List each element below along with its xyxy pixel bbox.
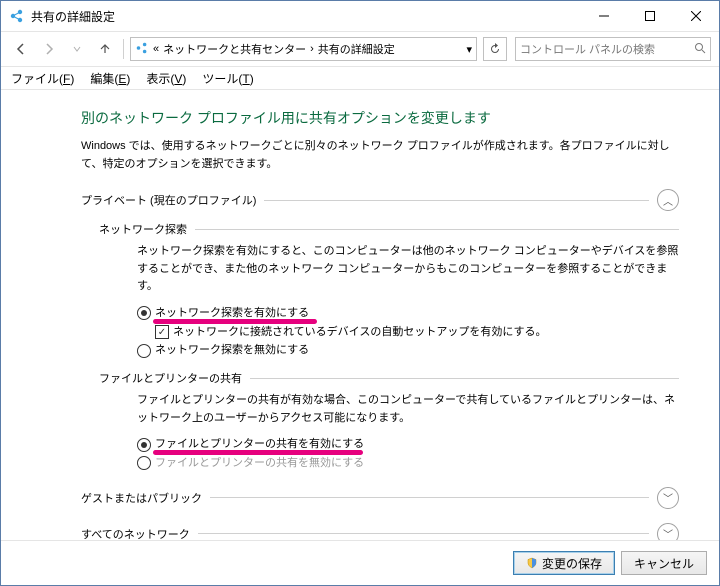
refresh-button[interactable]: [483, 37, 507, 61]
menu-tool[interactable]: ツール(T): [202, 70, 253, 87]
option-label: ネットワークに接続されているデバイスの自動セットアップを有効にする。: [173, 323, 546, 342]
section-label: ゲストまたはパブリック: [81, 490, 202, 506]
menu-edit[interactable]: 編集(E): [90, 70, 130, 87]
divider: [198, 533, 649, 534]
breadcrumb-item[interactable]: ネットワークと共有センター ›: [163, 41, 314, 57]
expand-icon[interactable]: ﹀: [657, 487, 679, 509]
dropdown-icon[interactable]: ▾: [466, 43, 472, 56]
section-all-networks: すべてのネットワーク ﹀: [81, 523, 679, 540]
breadcrumb-root: «: [153, 43, 159, 55]
subsection-description: ネットワーク探索を有効にすると、このコンピューターは他のネットワーク コンピュー…: [137, 243, 679, 296]
radio-file-printer-off[interactable]: ファイルとプリンターの共有を無効にする: [137, 454, 679, 473]
address-bar: « ネットワークと共有センター › 共有の詳細設定 ▾ コントロール パネルの検…: [1, 32, 719, 67]
option-group: ネットワーク探索を有効にする ✓ ネットワークに接続されているデバイスの自動セッ…: [137, 304, 679, 360]
titlebar: 共有の詳細設定: [1, 1, 719, 32]
section-guest-public: ゲストまたはパブリック ﹀: [81, 487, 679, 509]
search-input[interactable]: コントロール パネルの検索: [515, 37, 711, 61]
section-private: プライベート (現在のプロファイル) ︿ ネットワーク探索 ネットワーク探索を有…: [81, 189, 679, 472]
nav-separator: [123, 39, 124, 59]
checkbox-auto-setup[interactable]: ✓ ネットワークに接続されているデバイスの自動セットアップを有効にする。: [155, 323, 679, 342]
window-controls: [581, 1, 719, 31]
minimize-button[interactable]: [581, 1, 627, 31]
radio-icon: [137, 344, 151, 358]
app-icon: [9, 8, 25, 24]
divider: [250, 378, 679, 379]
maximize-button[interactable]: [627, 1, 673, 31]
section-header[interactable]: すべてのネットワーク ﹀: [81, 523, 679, 540]
section-label: プライベート (現在のプロファイル): [81, 192, 256, 208]
option-label: ファイルとプリンターの共有を無効にする: [155, 454, 364, 473]
share-icon: [135, 41, 149, 58]
window-title: 共有の詳細設定: [31, 8, 115, 25]
subsection-header: ファイルとプリンターの共有: [99, 370, 679, 386]
radio-network-discovery-off[interactable]: ネットワーク探索を無効にする: [137, 341, 679, 360]
forward-button[interactable]: [37, 37, 61, 61]
page-description: Windows では、使用するネットワークごとに別々のネットワーク プロファイル…: [81, 138, 679, 173]
section-header[interactable]: プライベート (現在のプロファイル) ︿: [81, 189, 679, 211]
subsection-network-discovery: ネットワーク探索 ネットワーク探索を有効にすると、このコンピューターは他のネット…: [99, 221, 679, 360]
content-area: 別のネットワーク プロファイル用に共有オプションを変更します Windows で…: [1, 90, 719, 540]
close-button[interactable]: [673, 1, 719, 31]
shield-icon: [526, 557, 538, 569]
page-heading: 別のネットワーク プロファイル用に共有オプションを変更します: [81, 108, 679, 128]
divider: [195, 229, 679, 230]
recent-dropdown[interactable]: [65, 37, 89, 61]
cancel-button[interactable]: キャンセル: [621, 551, 707, 575]
radio-icon: [137, 438, 151, 452]
subsection-description: ファイルとプリンターの共有が有効な場合、このコンピューターで共有しているファイル…: [137, 392, 679, 427]
save-button[interactable]: 変更の保存: [513, 551, 615, 575]
back-button[interactable]: [9, 37, 33, 61]
divider: [264, 200, 649, 201]
subsection-label: ファイルとプリンターの共有: [99, 370, 242, 386]
radio-icon: [137, 456, 151, 470]
subsection-header: ネットワーク探索: [99, 221, 679, 237]
button-label: 変更の保存: [542, 555, 602, 572]
subsection-file-printer-sharing: ファイルとプリンターの共有 ファイルとプリンターの共有が有効な場合、このコンピュ…: [99, 370, 679, 473]
radio-network-discovery-on[interactable]: ネットワーク探索を有効にする: [137, 304, 679, 323]
option-label: ネットワーク探索を無効にする: [155, 341, 309, 360]
subsection-label: ネットワーク探索: [99, 221, 187, 237]
breadcrumb-label: ネットワークと共有センター: [163, 41, 306, 57]
menu-view[interactable]: 表示(V): [146, 70, 186, 87]
search-icon: [694, 42, 706, 57]
breadcrumb-item[interactable]: 共有の詳細設定: [318, 41, 395, 57]
up-button[interactable]: [93, 37, 117, 61]
checkbox-icon: ✓: [155, 325, 169, 339]
button-label: キャンセル: [634, 555, 694, 572]
radio-icon: [137, 306, 151, 320]
menu-file[interactable]: ファイル(F): [11, 70, 74, 87]
collapse-icon[interactable]: ︿: [657, 189, 679, 211]
breadcrumb[interactable]: « ネットワークと共有センター › 共有の詳細設定 ▾: [130, 37, 477, 61]
title-left: 共有の詳細設定: [1, 8, 115, 25]
section-label: すべてのネットワーク: [81, 526, 190, 540]
footer: 変更の保存 キャンセル: [1, 540, 719, 585]
divider: [210, 497, 649, 498]
search-placeholder: コントロール パネルの検索: [520, 41, 655, 57]
window: 共有の詳細設定 « ネットワークと共有センター › 共有の詳細設定 ▾: [0, 0, 720, 586]
breadcrumb-label: 共有の詳細設定: [318, 41, 395, 57]
menubar: ファイル(F) 編集(E) 表示(V) ツール(T): [1, 67, 719, 90]
section-header[interactable]: ゲストまたはパブリック ﹀: [81, 487, 679, 509]
chevron-right-icon: ›: [310, 43, 314, 55]
radio-file-printer-on[interactable]: ファイルとプリンターの共有を有効にする: [137, 435, 679, 454]
expand-icon[interactable]: ﹀: [657, 523, 679, 540]
option-group: ファイルとプリンターの共有を有効にする ファイルとプリンターの共有を無効にする: [137, 435, 679, 472]
